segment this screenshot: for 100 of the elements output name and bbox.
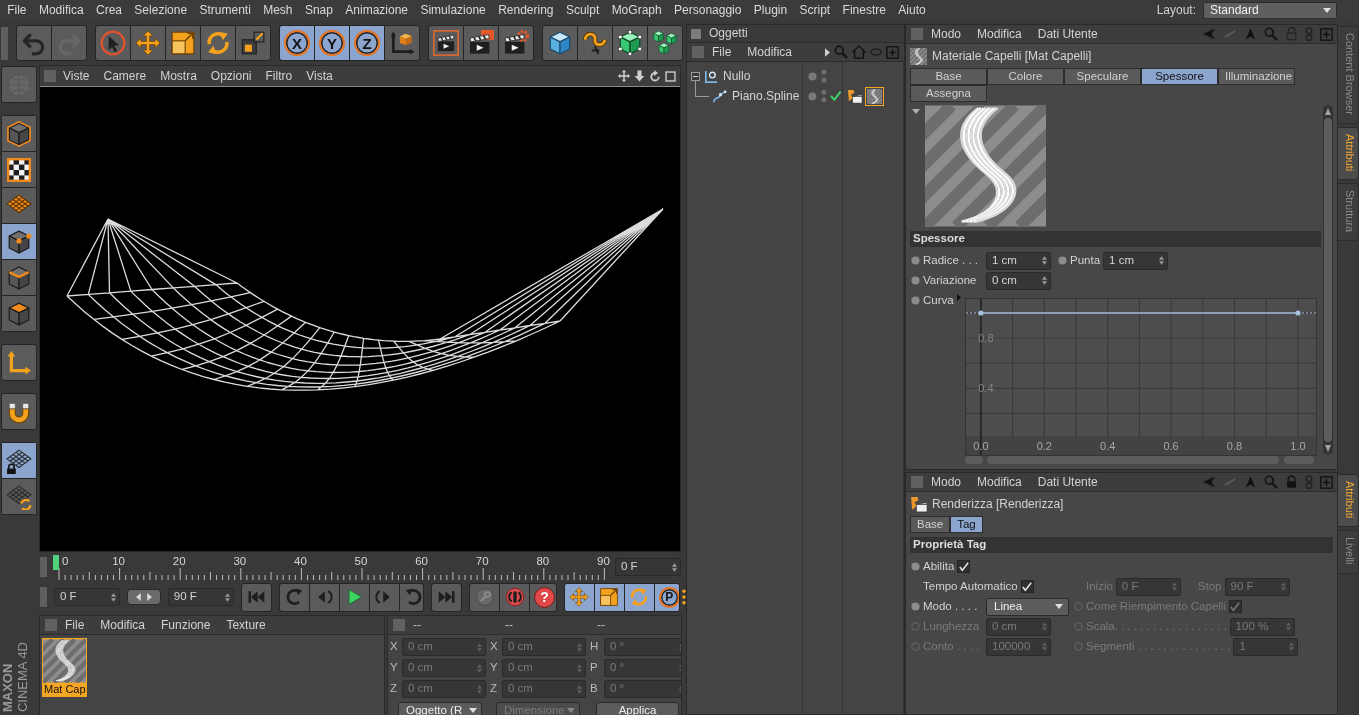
stepper-arrows-icon[interactable] bbox=[224, 592, 230, 602]
help-button[interactable]: ? bbox=[530, 583, 556, 611]
array-button[interactable] bbox=[648, 26, 682, 60]
menu-item[interactable]: Modo bbox=[923, 474, 970, 490]
visibility-dots-icon[interactable] bbox=[820, 89, 827, 103]
toggle-button[interactable]: Z bbox=[350, 26, 384, 60]
four-way-arrow-icon[interactable] bbox=[618, 70, 630, 82]
spline-button[interactable] bbox=[578, 26, 612, 60]
menu-item[interactable]: Modifica bbox=[32, 2, 90, 19]
toggle-button[interactable]: X bbox=[280, 26, 314, 60]
points-mode-button[interactable] bbox=[2, 224, 36, 259]
layer-dot-icon[interactable] bbox=[808, 71, 817, 81]
polygons-mode-button[interactable] bbox=[2, 296, 36, 331]
rotate-tool-button[interactable] bbox=[624, 583, 654, 611]
up-arrow-icon[interactable] bbox=[1244, 475, 1257, 489]
number-field[interactable]: 0 cm bbox=[986, 271, 1051, 290]
lock-workplane-button[interactable] bbox=[2, 443, 36, 478]
menu-item[interactable]: Rendering bbox=[491, 2, 560, 19]
number-field[interactable]: 1 cm bbox=[986, 251, 1051, 270]
menu-item[interactable]: Modifica bbox=[92, 617, 154, 633]
toggle-button[interactable]: Y bbox=[315, 26, 349, 60]
menu-item[interactable]: Funzione bbox=[153, 617, 219, 633]
menu-item[interactable]: Modifica bbox=[969, 474, 1030, 490]
stepper-arrows-icon[interactable] bbox=[577, 684, 582, 694]
menu-item[interactable]: Strumenti bbox=[193, 2, 257, 19]
down-arrow-icon[interactable] bbox=[634, 70, 645, 82]
menu-item[interactable]: Viste bbox=[56, 68, 97, 84]
menu-item[interactable]: File bbox=[704, 44, 740, 60]
dropdown-button[interactable]: Oggetto (R bbox=[398, 702, 482, 715]
tab[interactable]: Colore bbox=[987, 68, 1064, 85]
next-key-button[interactable] bbox=[399, 583, 424, 611]
tab[interactable]: Speculare bbox=[1064, 68, 1141, 85]
object-name[interactable]: Piano.Spline bbox=[732, 88, 800, 104]
keyframe-dot-icon[interactable] bbox=[911, 296, 920, 306]
model-mode-button[interactable] bbox=[2, 116, 36, 151]
menu-item[interactable]: Modo bbox=[923, 26, 970, 42]
side-tab[interactable]: Attributi bbox=[1338, 126, 1359, 181]
vertical-scrollbar[interactable] bbox=[1323, 105, 1333, 455]
toggle-button[interactable]: P bbox=[654, 583, 680, 611]
side-tab[interactable]: Attributi bbox=[1338, 474, 1359, 528]
stepper-arrows-icon[interactable] bbox=[477, 663, 482, 673]
menu-item[interactable]: Animazione bbox=[339, 2, 415, 19]
menu-item[interactable]: Filtro bbox=[258, 68, 300, 84]
coordinate-system-button[interactable] bbox=[385, 26, 419, 60]
more-dots-icon[interactable] bbox=[682, 589, 686, 605]
move-tool-button[interactable] bbox=[564, 583, 594, 611]
menu-item[interactable]: Selezione bbox=[128, 2, 194, 19]
stepper-arrows-icon[interactable] bbox=[672, 562, 677, 572]
menu-item[interactable]: Plugin bbox=[747, 2, 794, 19]
grip-icon[interactable] bbox=[40, 557, 47, 577]
curve-point[interactable] bbox=[1295, 310, 1301, 316]
scale-tool-button[interactable] bbox=[166, 26, 200, 60]
new-panel-icon[interactable] bbox=[1320, 475, 1333, 489]
undo-button[interactable] bbox=[17, 26, 51, 60]
render-settings-button[interactable] bbox=[499, 26, 533, 60]
start-frame-field[interactable]: 0 F bbox=[54, 588, 120, 606]
keyframe-dot-icon[interactable] bbox=[1058, 256, 1067, 266]
range-button[interactable] bbox=[127, 589, 161, 605]
stepper-arrows-icon[interactable] bbox=[1042, 276, 1047, 286]
stepper-arrows-icon[interactable] bbox=[577, 663, 582, 673]
menu-item[interactable]: Vista bbox=[299, 68, 340, 84]
tab[interactable]: Assegna bbox=[910, 85, 987, 102]
move-tool-button[interactable] bbox=[131, 26, 165, 60]
timeline-ruler[interactable] bbox=[58, 567, 605, 581]
menu-item[interactable]: Finestre bbox=[836, 2, 893, 19]
menu-item[interactable]: Simulazione bbox=[414, 2, 492, 19]
tab[interactable]: Spessore bbox=[1141, 68, 1218, 85]
select-tool-button[interactable] bbox=[96, 26, 130, 60]
dropdown[interactable]: Linea bbox=[986, 597, 1069, 616]
stepper-arrows-icon[interactable] bbox=[477, 642, 482, 652]
cube-button[interactable] bbox=[543, 26, 577, 60]
layout-dropdown[interactable]: Standard bbox=[1203, 2, 1337, 19]
collapse-box-icon[interactable] bbox=[691, 71, 700, 81]
curve-point[interactable] bbox=[978, 310, 984, 316]
menu-item[interactable]: Modifica bbox=[739, 44, 801, 60]
object-tag[interactable] bbox=[865, 86, 884, 106]
material-swatch[interactable]: Mat Cap bbox=[42, 638, 87, 697]
back-arrow-icon[interactable] bbox=[1202, 27, 1216, 41]
caret-icon[interactable] bbox=[1323, 8, 1331, 13]
grip-icon[interactable] bbox=[44, 70, 56, 82]
keyframe-dot-icon[interactable] bbox=[911, 562, 920, 572]
up-arrow-icon[interactable] bbox=[1244, 27, 1257, 41]
grip-icon[interactable] bbox=[1, 26, 8, 60]
expand-arrow-icon[interactable] bbox=[956, 294, 961, 302]
tab[interactable]: Illuminazione bbox=[1218, 68, 1295, 85]
texture-mode-button[interactable] bbox=[2, 152, 36, 187]
menu-item[interactable]: Mostra bbox=[153, 68, 204, 84]
frame-field[interactable]: 0 F bbox=[615, 558, 681, 576]
grip-icon[interactable] bbox=[40, 587, 47, 607]
menu-item[interactable]: Dati Utente bbox=[1029, 26, 1106, 42]
snap-button[interactable] bbox=[1, 393, 37, 430]
visibility-dots-icon[interactable] bbox=[821, 69, 827, 83]
curve-graph[interactable]: 0.4 0.8 0.0 0.2 0.4 0.6 0.8 1.0 bbox=[965, 297, 1317, 456]
grip-icon[interactable] bbox=[393, 619, 405, 631]
workplane-button[interactable] bbox=[2, 188, 36, 223]
tab[interactable]: Base bbox=[910, 516, 951, 533]
stepper-arrows-icon[interactable] bbox=[111, 592, 116, 602]
horizontal-scrollbar[interactable] bbox=[965, 455, 1315, 464]
menu-item[interactable]: Crea bbox=[89, 2, 129, 19]
play-button[interactable] bbox=[339, 583, 369, 611]
